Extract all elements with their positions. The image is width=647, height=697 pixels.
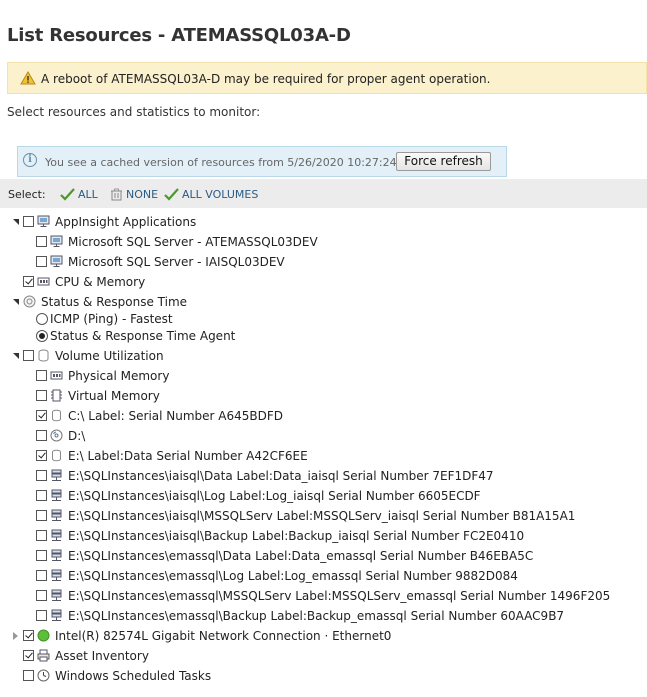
checkmark-icon [60,188,75,201]
memory-chip-icon [37,275,50,288]
checkbox[interactable] [36,390,47,401]
page-title: List Resources - ATEMASSQL03A-D [7,25,351,46]
disk-icon [50,449,63,462]
tree-item-label: CPU & Memory [55,275,146,289]
select-label: Select: [8,188,46,201]
checkbox[interactable] [36,410,47,421]
collapse-arrow-icon[interactable] [13,353,19,359]
checkbox[interactable] [23,350,34,361]
checkbox[interactable] [23,276,34,287]
select-none-link[interactable]: NONE [110,188,158,201]
cached-notice: i You see a cached version of resources … [17,146,507,177]
status-up-icon [37,629,50,642]
volume-icon [37,349,50,362]
select-bar: Select: ALL NONE ALL VOLUMES [0,179,647,208]
select-none-label: NONE [126,188,159,201]
network-drive-icon [50,529,63,542]
radio-button[interactable] [36,330,48,342]
monitor-icon [50,255,63,268]
network-drive-icon [50,469,63,482]
tree-item-label: E:\SQLInstances\emassql\Backup Label:Bac… [68,609,565,623]
checkbox[interactable] [36,370,47,381]
instructions-text: Select resources and statistics to monit… [7,105,261,119]
tree-item-label: E:\SQLInstances\emassql\Data Label:Data_… [68,549,534,563]
virtual-memory-icon [50,389,63,402]
tree-item-label: E:\SQLInstances\iaisql\MSSQLServ Label:M… [68,509,576,523]
tree-item-label: E:\SQLInstances\iaisql\Data Label:Data_i… [68,469,494,483]
tree-item-label: Microsoft SQL Server - ATEMASSQL03DEV [68,235,318,249]
checkbox[interactable] [36,430,47,441]
network-drive-icon [50,509,63,522]
monitor-icon [50,235,63,248]
tree-item-label: ICMP (Ping) - Fastest [50,312,173,326]
network-drive-icon [50,569,63,582]
checkbox[interactable] [36,510,47,521]
info-icon: i [23,153,37,167]
checkbox[interactable] [23,650,34,661]
checkbox[interactable] [36,490,47,501]
tree-item-label: Intel(R) 82574L Gigabit Network Connecti… [55,629,392,643]
clock-icon [37,669,50,682]
warning-icon [20,71,36,85]
checkbox[interactable] [23,216,34,227]
tree-item-label: Volume Utilization [55,349,164,363]
trash-icon [111,188,122,201]
network-drive-icon [50,609,63,622]
select-all-volumes-label: ALL VOLUMES [182,188,259,201]
tree-item-label: C:\ Label: Serial Number A645BDFD [68,409,284,423]
radio-button[interactable] [36,313,48,325]
printer-icon [37,649,50,662]
select-all-volumes-link[interactable]: ALL VOLUMES [164,188,258,201]
tree-item-label: Windows Scheduled Tasks [55,669,212,683]
tree-item-label: E:\SQLInstances\iaisql\Backup Label:Back… [68,529,525,543]
status-icon [23,295,36,308]
checkbox[interactable] [36,530,47,541]
tree-item-label: E:\SQLInstances\emassql\MSSQLServ Label:… [68,589,611,603]
force-refresh-button[interactable]: Force refresh [396,152,491,171]
tree-item-label: D:\ [68,429,86,443]
warning-text: A reboot of ATEMASSQL03A-D may be requir… [41,72,491,86]
checkbox[interactable] [36,450,47,461]
tree-item-label: Virtual Memory [68,389,160,403]
tree-item-label: Microsoft SQL Server - IAISQL03DEV [68,255,285,269]
tree-item-label: E:\SQLInstances\iaisql\Log Label:Log_iai… [68,489,481,503]
checkbox[interactable] [23,630,34,641]
checkbox[interactable] [36,570,47,581]
select-all-link[interactable]: ALL [60,188,98,201]
checkbox[interactable] [36,610,47,621]
tree-item-label: E:\ Label:Data Serial Number A42CF6EE [68,449,308,463]
collapse-arrow-icon[interactable] [13,299,19,305]
tree-item-label: Physical Memory [68,369,170,383]
tree-item-label: AppInsight Applications [55,215,197,229]
network-drive-icon [50,589,63,602]
cd-drive-icon [50,429,63,442]
cached-notice-text: You see a cached version of resources fr… [45,156,421,169]
checkbox[interactable] [36,550,47,561]
network-drive-icon [50,489,63,502]
monitor-icon [37,215,50,228]
disk-icon [50,409,63,422]
tree-item-label: Status & Response Time Agent [50,329,236,343]
memory-chip-icon [50,369,63,382]
checkbox[interactable] [23,670,34,681]
collapse-arrow-icon[interactable] [13,219,19,225]
checkbox[interactable] [36,236,47,247]
checkmark-icon [164,188,179,201]
checkbox[interactable] [36,590,47,601]
checkbox[interactable] [36,256,47,267]
reboot-warning-banner: A reboot of ATEMASSQL03A-D may be requir… [7,62,647,94]
tree-item-label: Status & Response Time [41,295,188,309]
select-all-label: ALL [78,188,98,201]
tree-item-label: E:\SQLInstances\emassql\Log Label:Log_em… [68,569,518,583]
network-drive-icon [50,549,63,562]
checkbox[interactable] [36,470,47,481]
expand-arrow-icon[interactable] [13,632,18,640]
tree-item-label: Asset Inventory [55,649,149,663]
